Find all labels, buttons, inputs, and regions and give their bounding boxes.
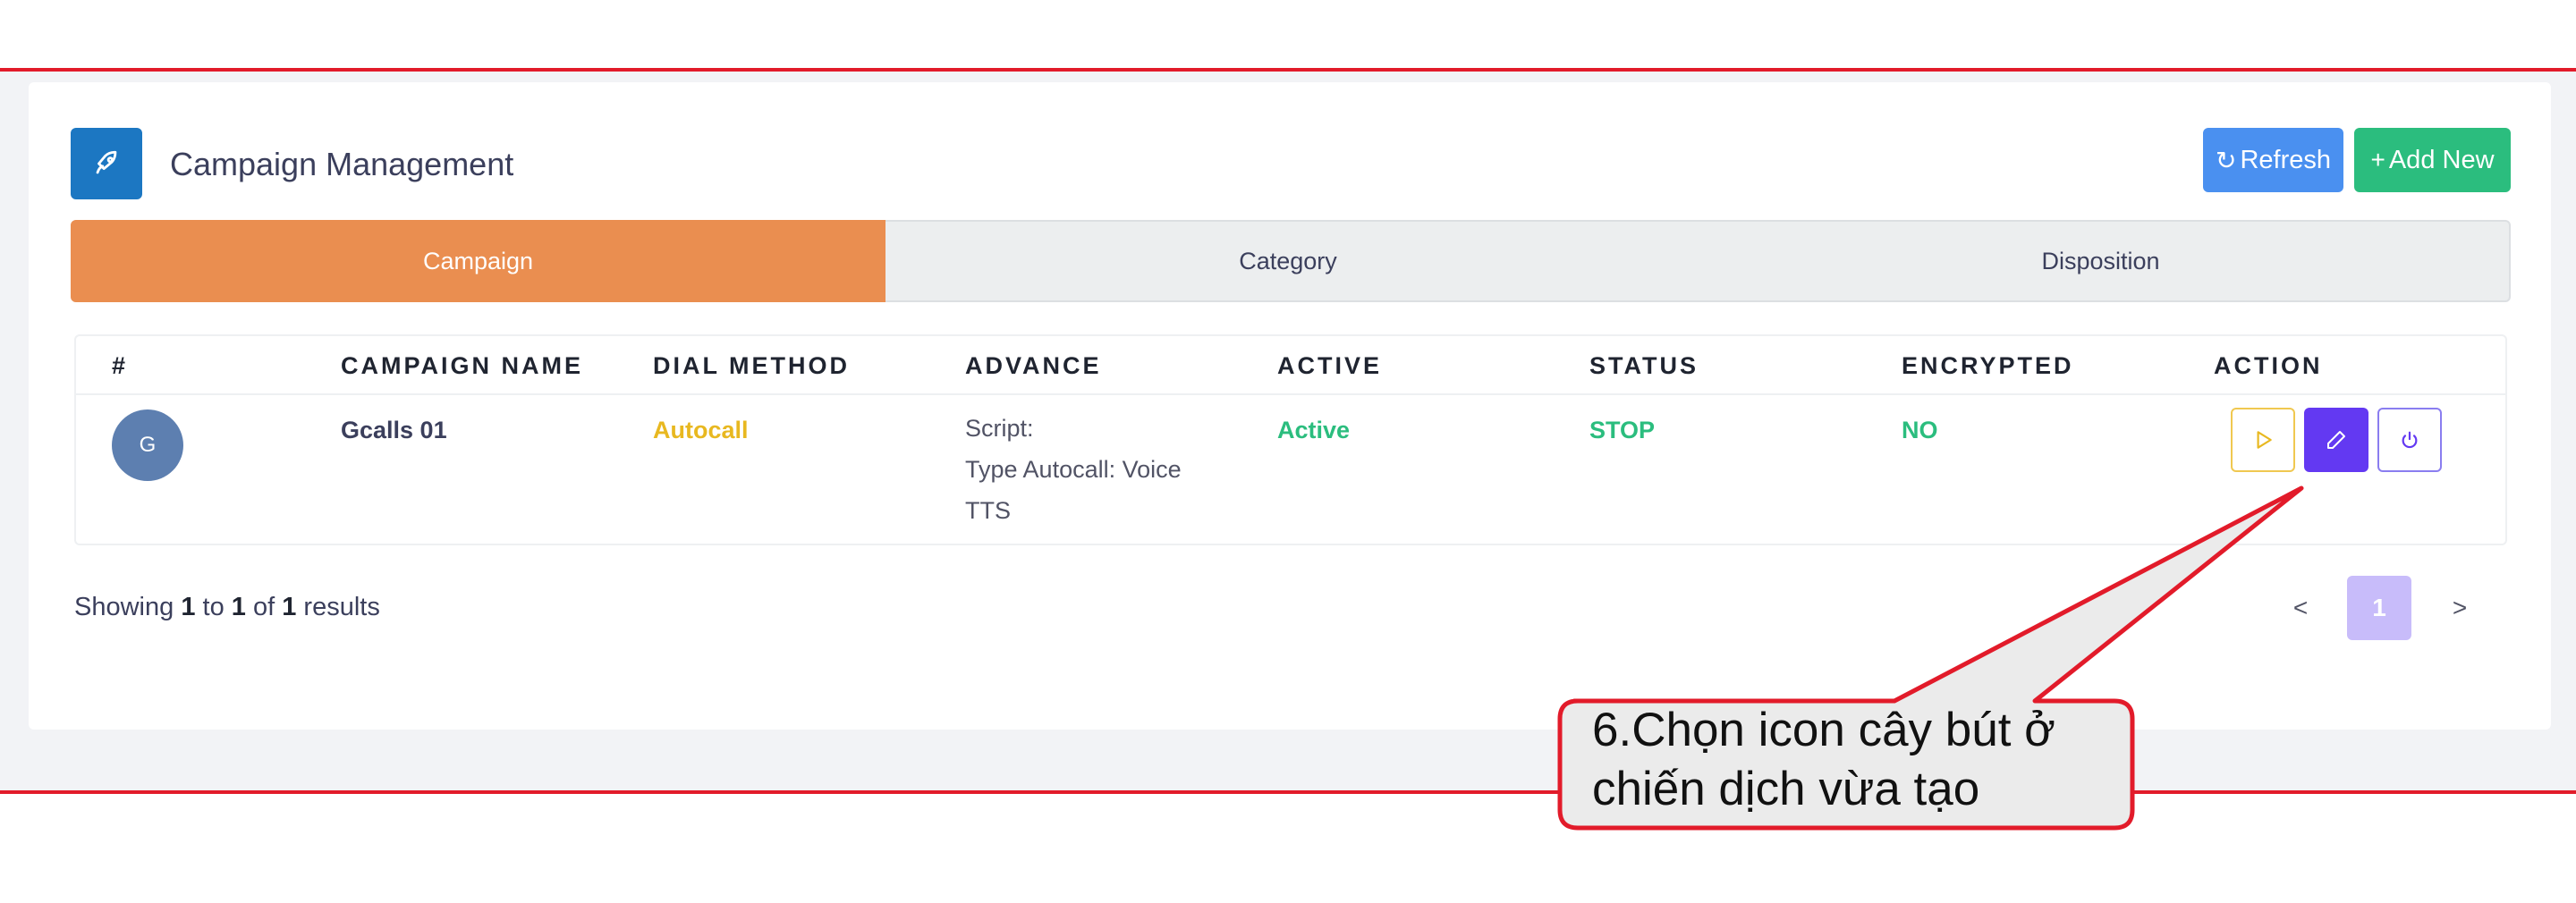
plus-icon: + (2370, 146, 2385, 173)
column-header-status: STATUS (1589, 352, 1699, 379)
column-header-advance: ADVANCE (965, 352, 1102, 379)
advance-script: Script: (965, 415, 1034, 442)
refresh-icon: ↻ (2215, 146, 2237, 174)
results-prefix: Showing (74, 593, 174, 621)
column-header-action: ACTION (2214, 352, 2323, 379)
avatar: G (112, 409, 183, 481)
tab-bar: Campaign Category Disposition (71, 220, 2511, 302)
header-divider (76, 393, 2505, 395)
column-header-index: # (112, 352, 129, 379)
page-title: Campaign Management (170, 146, 514, 182)
tab-campaign[interactable]: Campaign (71, 220, 886, 302)
power-icon (2402, 431, 2418, 449)
callout-text: 6.Chọn icon cây bút ở chiến dịch vừa tạo (1592, 704, 2055, 815)
results-total: 1 (282, 593, 297, 621)
refresh-button[interactable]: ↻ Refresh (2203, 128, 2343, 192)
status-value: STOP (1589, 417, 1656, 443)
refresh-label: Refresh (2240, 145, 2331, 174)
advance-type-cont: TTS (965, 497, 1011, 524)
power-button[interactable] (2377, 408, 2442, 472)
column-header-dial-method: DIAL METHOD (653, 352, 850, 379)
tab-category[interactable]: Category (886, 220, 1690, 302)
results-to-word: to (202, 593, 225, 621)
pagination-page-1[interactable]: 1 (2347, 576, 2411, 640)
edit-button[interactable] (2304, 408, 2368, 472)
pencil-icon (2327, 431, 2345, 449)
results-to: 1 (231, 593, 246, 621)
active-value: Active (1277, 417, 1351, 443)
campaign-name[interactable]: Gcalls 01 (341, 417, 447, 444)
results-suffix: results (303, 593, 380, 621)
play-icon (2257, 431, 2272, 449)
advance-type: Type Autocall: Voice (965, 456, 1182, 483)
results-from: 1 (181, 593, 196, 621)
add-new-button[interactable]: + Add New (2354, 128, 2511, 192)
encrypted-value: NO (1902, 417, 1938, 443)
add-new-label: Add New (2388, 145, 2495, 174)
results-summary: Showing 1 to 1 of 1 results (74, 593, 380, 622)
pagination-prev[interactable]: < (2283, 576, 2318, 640)
annotation-frame-top (0, 68, 2576, 72)
column-header-encrypted: ENCRYPTED (1902, 352, 2074, 379)
column-header-campaign-name: CAMPAIGN NAME (341, 352, 583, 379)
rocket-icon (71, 128, 142, 199)
advance-cell: Script: Type Autocall: Voice TTS (965, 408, 1233, 531)
annotation-frame-bottom (0, 790, 2576, 794)
pagination-next[interactable]: > (2442, 576, 2478, 640)
campaign-table: # CAMPAIGN NAME DIAL METHOD ADVANCE ACTI… (74, 334, 2507, 545)
column-header-active: ACTIVE (1277, 352, 1383, 379)
results-of-word: of (252, 593, 275, 621)
tab-disposition[interactable]: Disposition (1690, 220, 2511, 302)
dial-method: Autocall (653, 417, 749, 443)
play-button[interactable] (2231, 408, 2295, 472)
